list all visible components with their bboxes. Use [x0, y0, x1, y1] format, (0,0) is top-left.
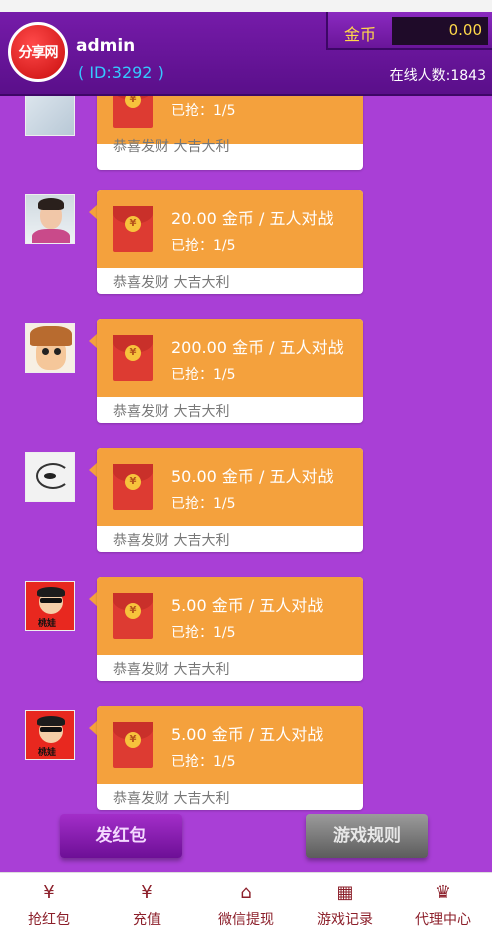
wish-text: 恭喜发财 大吉大利 — [113, 404, 230, 420]
wish-text: 恭喜发财 大吉大利 — [113, 139, 230, 155]
header-bar: 分享网 admin ( ID:3292 ) 金币 0.00 在线人数:1843 — [0, 0, 492, 96]
grabbed-count: 已抢：1/5 — [171, 625, 236, 641]
message-item: 桃娃 ¥ 5.00 金币 / 五人对战 已抢：1/5 恭喜发财 大吉大利 — [0, 706, 492, 812]
packet-amount: 200.00 金币 / 五人对战 — [171, 338, 344, 357]
records-icon: ▦ — [336, 882, 354, 903]
coin-balance: 金币 0.00 — [326, 12, 492, 50]
packet-amount: 5.00 金币 / 五人对战 — [171, 725, 324, 744]
message-list: ¥ 已抢：1/5 恭喜发财 大吉大利 ¥ 20.00 金币 / 五人对战 已抢：… — [0, 0, 492, 934]
packet-amount: 5.00 金币 / 五人对战 — [171, 596, 324, 615]
nav-item-game-records[interactable]: ▦ 游戏记录 — [296, 873, 394, 934]
wish-text: 恭喜发财 大吉大利 — [113, 275, 230, 291]
avatar[interactable] — [25, 323, 75, 373]
send-red-packet-button[interactable]: 发红包 — [60, 814, 182, 858]
status-strip — [0, 0, 492, 12]
red-packet-card[interactable]: ¥ 200.00 金币 / 五人对战 已抢：1/5 恭喜发财 大吉大利 — [97, 319, 363, 423]
message-item: ¥ 50.00 金币 / 五人对战 已抢：1/5 恭喜发财 大吉大利 — [0, 448, 492, 554]
red-envelope-icon: ¥ — [113, 722, 153, 768]
nav-item-wechat-withdraw[interactable]: ⌂ 微信提现 — [197, 873, 295, 934]
nav-item-agent-center[interactable]: ♛ 代理中心 — [394, 873, 492, 934]
coin-label: 金币 — [344, 25, 377, 44]
bottom-nav: ¥ 抢红包 ¥ 充值 ⌂ 微信提现 ▦ 游戏记录 ♛ 代理中心 — [0, 872, 492, 934]
grabbed-count: 已抢：1/5 — [171, 103, 236, 119]
avatar[interactable]: 桃娃 — [25, 710, 75, 760]
user-id: ( ID:3292 ) — [78, 63, 164, 82]
site-logo[interactable]: 分享网 — [8, 22, 68, 82]
message-item: ¥ 20.00 金币 / 五人对战 已抢：1/5 恭喜发财 大吉大利 — [0, 190, 492, 296]
avatar[interactable]: 桃娃 — [25, 581, 75, 631]
red-packet-card[interactable]: ¥ 50.00 金币 / 五人对战 已抢：1/5 恭喜发财 大吉大利 — [97, 448, 363, 552]
gift-icon: ⌂ — [240, 882, 252, 903]
packet-amount: 50.00 金币 / 五人对战 — [171, 467, 334, 486]
grabbed-count: 已抢：1/5 — [171, 238, 236, 254]
message-item: 桃娃 ¥ 5.00 金币 / 五人对战 已抢：1/5 恭喜发财 大吉大利 — [0, 577, 492, 683]
red-envelope-icon: ¥ — [113, 206, 153, 252]
wish-text: 恭喜发财 大吉大利 — [113, 791, 230, 807]
red-packet-card[interactable]: ¥ 5.00 金币 / 五人对战 已抢：1/5 恭喜发财 大吉大利 — [97, 706, 363, 810]
grabbed-count: 已抢：1/5 — [171, 496, 236, 512]
red-envelope-icon: ¥ — [113, 335, 153, 381]
avatar[interactable] — [25, 452, 75, 502]
red-envelope-icon: ¥ — [113, 593, 153, 639]
money-bag-icon: ¥ — [43, 882, 55, 903]
packet-amount: 20.00 金币 / 五人对战 — [171, 209, 334, 228]
game-rules-button[interactable]: 游戏规则 — [306, 814, 428, 858]
crown-icon: ♛ — [434, 882, 452, 903]
username: admin — [76, 36, 136, 56]
grabbed-count: 已抢：1/5 — [171, 754, 236, 770]
online-count: 在线人数:1843 — [389, 68, 486, 84]
coin-value: 0.00 — [392, 17, 488, 45]
recharge-icon: ¥ — [141, 882, 153, 903]
avatar[interactable] — [25, 194, 75, 244]
red-packet-card[interactable]: ¥ 5.00 金币 / 五人对战 已抢：1/5 恭喜发财 大吉大利 — [97, 577, 363, 681]
nav-item-recharge[interactable]: ¥ 充值 — [98, 873, 196, 934]
wish-text: 恭喜发财 大吉大利 — [113, 662, 230, 678]
grabbed-count: 已抢：1/5 — [171, 367, 236, 383]
nav-item-grab-red-packet[interactable]: ¥ 抢红包 — [0, 873, 98, 934]
wish-text: 恭喜发财 大吉大利 — [113, 533, 230, 549]
red-packet-card[interactable]: ¥ 20.00 金币 / 五人对战 已抢：1/5 恭喜发财 大吉大利 — [97, 190, 363, 294]
message-item: ¥ 200.00 金币 / 五人对战 已抢：1/5 恭喜发财 大吉大利 — [0, 319, 492, 425]
red-envelope-icon: ¥ — [113, 464, 153, 510]
